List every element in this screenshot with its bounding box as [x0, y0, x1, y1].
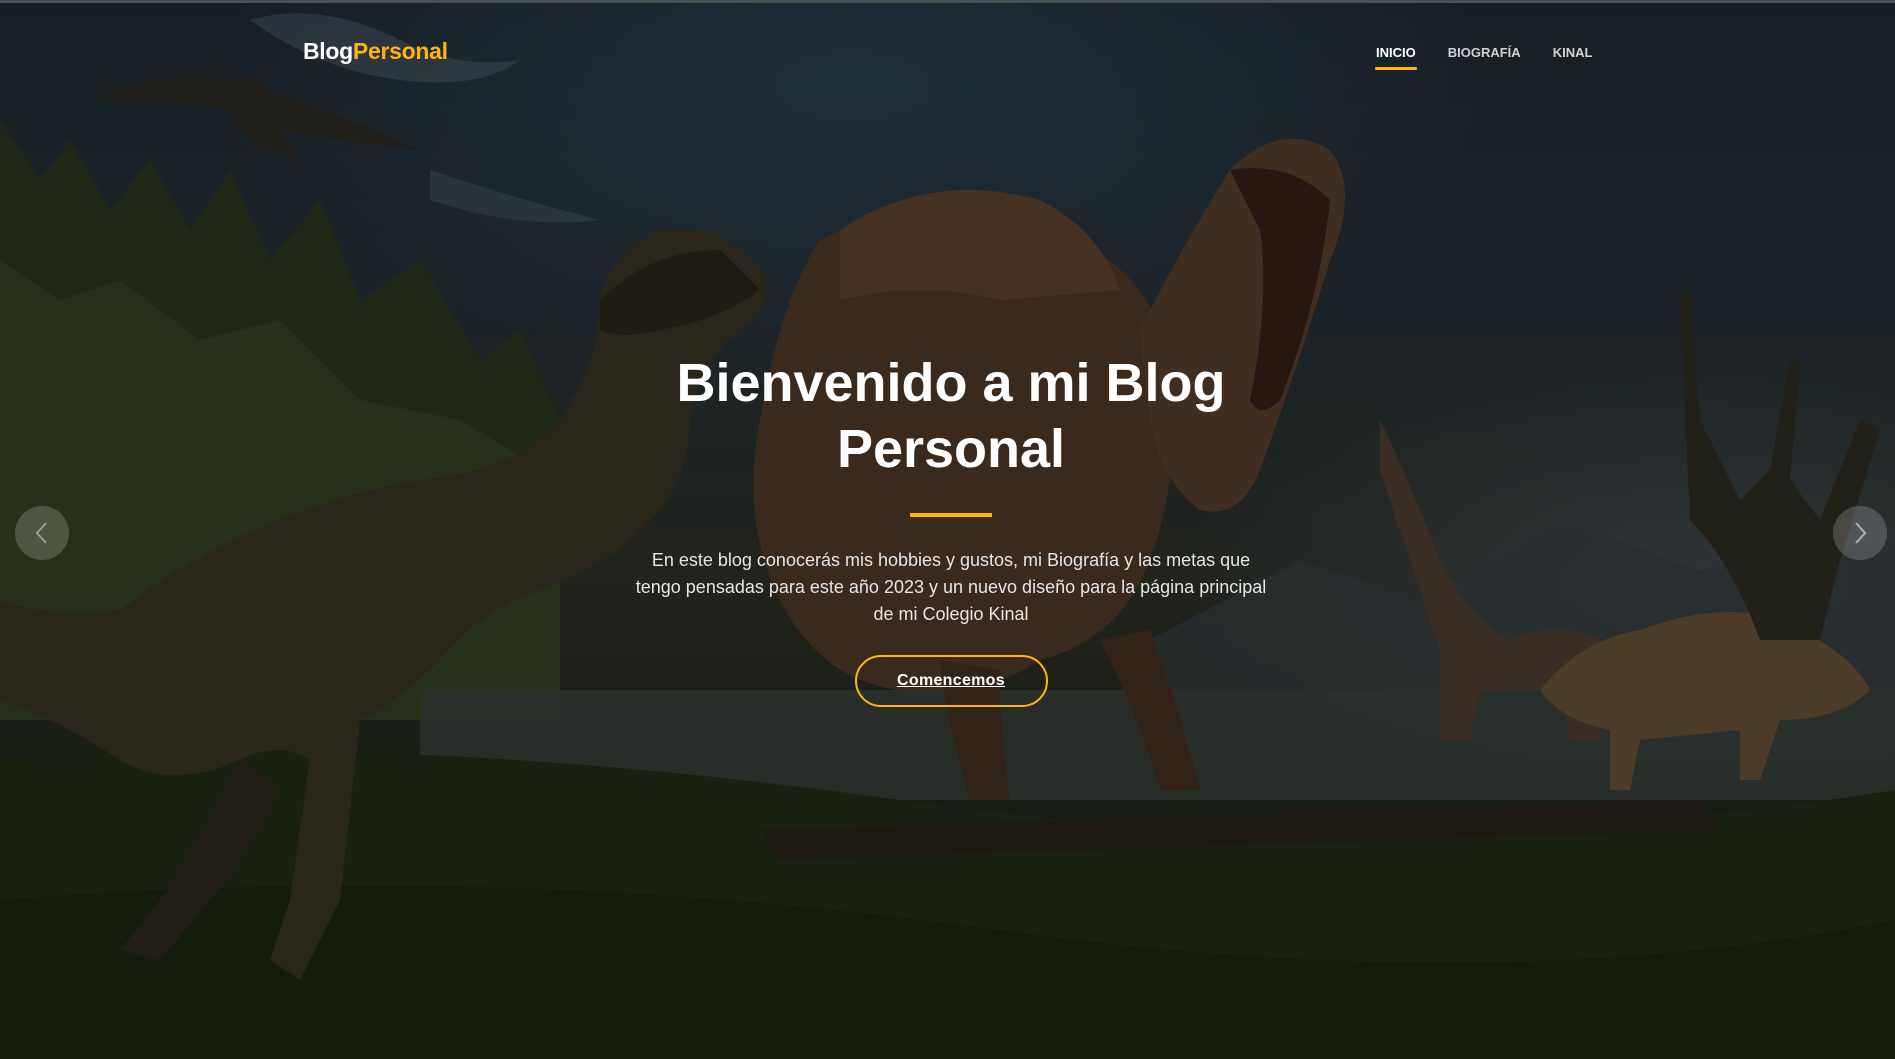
- carousel-prev-button[interactable]: [15, 506, 69, 560]
- nav-item-inicio[interactable]: INICIO: [1360, 44, 1432, 72]
- navbar: BlogPersonal INICIO BIOGRAFÍA KINAL: [0, 0, 1895, 106]
- nav-item-biografia[interactable]: BIOGRAFÍA: [1432, 44, 1537, 72]
- main-nav: INICIO BIOGRAFÍA KINAL: [1360, 44, 1608, 72]
- hero-description: En este blog conocerás mis hobbies y gus…: [635, 550, 1267, 624]
- logo-text-personal: Personal: [352, 38, 448, 64]
- nav-item-kinal[interactable]: KINAL: [1537, 44, 1609, 72]
- comencemos-button[interactable]: Comencemos: [854, 655, 1048, 707]
- chevron-right-icon: [1855, 522, 1867, 544]
- logo-text-blog: Blog: [303, 38, 353, 64]
- site-logo[interactable]: BlogPersonal: [303, 38, 448, 65]
- chevron-left-icon: [35, 522, 47, 544]
- hero-title: Bienvenido a mi Blog Personal: [676, 353, 1226, 479]
- carousel-next-button[interactable]: [1833, 506, 1887, 560]
- hero-content: Bienvenido a mi Blog Personal En este bl…: [597, 350, 1305, 707]
- title-divider: [910, 513, 992, 517]
